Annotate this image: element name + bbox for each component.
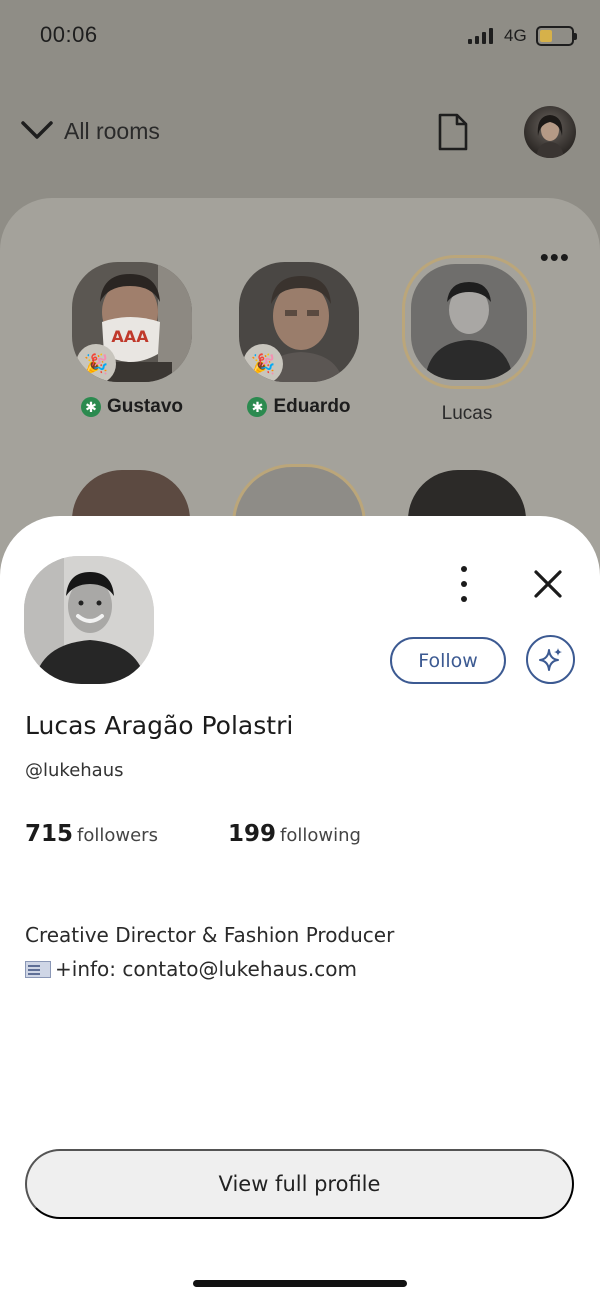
moderator-badge-icon: ✱ bbox=[247, 397, 268, 417]
svg-text:AAA: AAA bbox=[111, 327, 149, 346]
bio-contact: +info: contato@lukehaus.com bbox=[55, 957, 357, 981]
status-bar: 00:06 4G bbox=[0, 0, 600, 72]
room-more-icon[interactable]: ••• bbox=[540, 242, 570, 273]
user-avatar[interactable] bbox=[524, 106, 576, 158]
profile-name: Lucas Aragão Polastri bbox=[25, 711, 294, 740]
speaker-avatar: 🎉 bbox=[239, 262, 359, 382]
speaker-name: Gustavo bbox=[106, 396, 184, 417]
followers-label: followers bbox=[77, 825, 158, 846]
following-stat[interactable]: 199 following bbox=[228, 821, 361, 847]
moderator-badge-icon: ✱ bbox=[80, 397, 101, 417]
clock: 00:06 bbox=[40, 22, 98, 47]
more-options-icon[interactable] bbox=[452, 564, 476, 604]
followers-count: 715 bbox=[25, 821, 74, 847]
all-rooms-link[interactable]: All rooms bbox=[64, 118, 160, 145]
top-nav: All rooms bbox=[0, 100, 600, 164]
speaker-avatar bbox=[411, 264, 527, 380]
sparkle-button[interactable] bbox=[526, 635, 575, 684]
speaker-name: Lucas bbox=[441, 403, 493, 424]
bio-line: Creative Director & Fashion Producer bbox=[25, 923, 395, 947]
signal-icon bbox=[468, 28, 493, 44]
envelope-icon bbox=[25, 961, 51, 978]
party-popper-icon: 🎉 bbox=[76, 344, 116, 382]
speaker-name: Eduardo bbox=[273, 396, 351, 417]
speaker-eduardo[interactable]: 🎉 ✱ Eduardo bbox=[234, 262, 364, 418]
followers-stat[interactable]: 715 followers bbox=[25, 821, 158, 847]
profile-bio: Creative Director & Fashion Producer +in… bbox=[25, 918, 394, 986]
profile-sheet: Follow Lucas Aragão Polastri @lukehaus 7… bbox=[0, 516, 600, 1301]
view-full-profile-button[interactable]: View full profile bbox=[25, 1149, 574, 1219]
following-count: 199 bbox=[228, 821, 277, 847]
chevron-down-icon[interactable] bbox=[20, 118, 54, 142]
speaker-avatar: AAA 🎉 bbox=[72, 262, 192, 382]
home-indicator[interactable] bbox=[193, 1280, 407, 1287]
sparkle-icon bbox=[538, 647, 562, 671]
bio-line: +info: contato@lukehaus.com bbox=[25, 952, 394, 986]
profile-photo[interactable] bbox=[24, 556, 154, 684]
profile-username: @lukehaus bbox=[25, 760, 124, 781]
document-icon[interactable] bbox=[436, 112, 470, 152]
speaking-ring bbox=[402, 255, 536, 389]
follow-button[interactable]: Follow bbox=[390, 637, 506, 684]
party-popper-icon: 🎉 bbox=[243, 344, 283, 382]
speaker-gustavo[interactable]: AAA 🎉 ✱ Gustavo bbox=[67, 262, 197, 418]
following-label: following bbox=[280, 825, 361, 846]
close-icon[interactable] bbox=[528, 564, 568, 604]
battery-icon bbox=[536, 26, 577, 46]
network-type: 4G bbox=[504, 26, 527, 45]
speaker-lucas[interactable]: Lucas bbox=[402, 255, 536, 425]
